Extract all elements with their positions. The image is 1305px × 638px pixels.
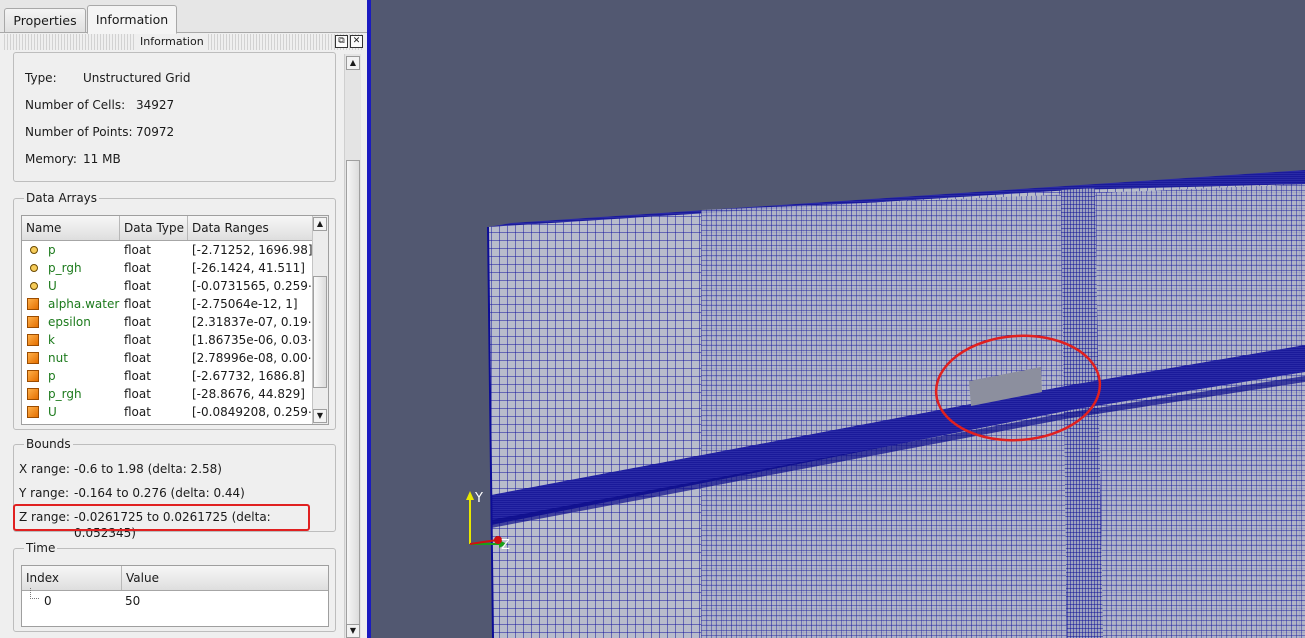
axis-y-label: Y xyxy=(474,491,483,506)
time-title: Time xyxy=(24,540,58,556)
time-table[interactable]: Index Value 0 50 xyxy=(21,565,329,627)
array-data-type: float xyxy=(124,279,151,293)
table-row[interactable]: alpha.water float [-2.75064e-12, 1] xyxy=(22,295,314,313)
table-row[interactable]: p_rgh float [-26.1424, 41.511] xyxy=(22,259,314,277)
cell-data-icon xyxy=(27,370,39,382)
cells-value: 34927 xyxy=(136,98,175,112)
z-range-highlight xyxy=(13,504,310,531)
array-data-range: [-2.75064e-12, 1] xyxy=(192,297,298,311)
array-data-range: [1.86735e-06, 0.03⋯ xyxy=(192,333,313,347)
points-value: 70972 xyxy=(136,125,175,139)
table-row[interactable]: p_rgh float [-28.8676, 44.829] xyxy=(22,385,314,403)
information-panel: Properties Information Information ⧉ ✕ T… xyxy=(0,0,371,638)
scroll-up-icon[interactable]: ▲ xyxy=(346,56,360,70)
table-row[interactable]: nut float [2.78996e-08, 0.00⋯ xyxy=(22,349,314,367)
array-data-type: float xyxy=(124,333,151,347)
scroll-thumb[interactable] xyxy=(313,276,327,388)
point-data-icon xyxy=(30,246,38,254)
table-scrollbar[interactable]: ▲ ▼ xyxy=(312,216,328,424)
tree-branch xyxy=(30,588,39,599)
table-row[interactable]: epsilon float [2.31837e-07, 0.19⋯ xyxy=(22,313,314,331)
scroll-down-icon[interactable]: ▼ xyxy=(346,624,360,638)
dock-title-bar[interactable]: Information ⧉ ✕ xyxy=(4,34,364,50)
point-data-icon xyxy=(30,282,38,290)
cell-data-icon xyxy=(27,316,39,328)
scroll-down-icon[interactable]: ▼ xyxy=(313,409,327,423)
array-data-range: [-2.71252, 1696.98] xyxy=(192,243,313,257)
render-view[interactable]: Y Z xyxy=(371,0,1305,638)
close-panel-icon[interactable]: ✕ xyxy=(350,35,363,48)
panel-scrollbar[interactable]: ▲ ▼ xyxy=(344,54,361,638)
x-range-label: X range: xyxy=(19,462,70,476)
y-range-value: -0.164 to 0.276 (delta: 0.44) xyxy=(74,486,245,500)
array-data-range: [2.78996e-08, 0.00⋯ xyxy=(192,351,313,365)
table-header: Name Data Type Data Ranges xyxy=(22,216,314,241)
scroll-thumb[interactable] xyxy=(346,160,360,638)
y-range-label: Y range: xyxy=(19,486,70,500)
cell-data-icon xyxy=(27,334,39,346)
bounds-title: Bounds xyxy=(24,436,73,452)
tab-bar: Properties Information xyxy=(0,0,370,34)
array-data-type: float xyxy=(124,261,151,275)
tab-information[interactable]: Information xyxy=(87,5,177,34)
array-data-range: [-26.1424, 41.511] xyxy=(192,261,305,275)
data-arrays-title: Data Arrays xyxy=(24,190,100,206)
array-data-range: [-28.8676, 44.829] xyxy=(192,387,305,401)
table-row[interactable]: Ufloat [-0.0849208, 0.259⋯ xyxy=(22,403,314,421)
array-data-type: float xyxy=(124,315,151,329)
cell-data-icon xyxy=(27,298,39,310)
array-data-range: [-0.0731565, 0.259⋯ xyxy=(192,279,313,293)
memory-label: Memory: xyxy=(25,152,77,166)
statistics-group: Type: Unstructured Grid Number of Cells:… xyxy=(13,52,336,182)
point-data-icon xyxy=(30,264,38,272)
table-row[interactable]: 0 50 xyxy=(22,588,328,610)
array-data-range: [2.31837e-07, 0.19⋯ xyxy=(192,315,313,329)
x-range-value: -0.6 to 1.98 (delta: 2.58) xyxy=(74,462,222,476)
memory-value: 11 MB xyxy=(83,152,121,166)
tab-properties[interactable]: Properties xyxy=(4,8,86,32)
array-data-range: [-0.0849208, 0.259⋯ xyxy=(192,405,313,419)
array-data-range: [-2.67732, 1686.8] xyxy=(192,369,305,383)
array-data-type: float xyxy=(124,369,151,383)
column-header-data-ranges[interactable]: Data Ranges xyxy=(188,216,314,240)
time-group: Time Index Value 0 50 xyxy=(13,540,336,632)
table-row[interactable]: Ufloat [-0.0731565, 0.259⋯ xyxy=(22,277,314,295)
column-header-data-type[interactable]: Data Type xyxy=(120,216,188,240)
array-data-type: float xyxy=(124,351,151,365)
cell-data-icon xyxy=(27,352,39,364)
table-row[interactable]: k float [1.86735e-06, 0.03⋯ xyxy=(22,331,314,349)
data-arrays-table[interactable]: Name Data Type Data Ranges p float [-2.712… xyxy=(21,215,329,425)
dock-title: Information xyxy=(136,34,208,50)
table-row[interactable]: p float [-2.71252, 1696.98] xyxy=(22,241,314,259)
time-value: 50 xyxy=(125,594,141,608)
table-row[interactable]: p float [-2.67732, 1686.8] xyxy=(22,367,314,385)
array-data-type: float xyxy=(124,243,151,257)
cells-label: Number of Cells: xyxy=(25,98,126,112)
axis-z-label: Z xyxy=(501,538,510,553)
cell-data-icon xyxy=(27,406,39,418)
column-header-name[interactable]: Name xyxy=(22,216,120,240)
cell-data-icon xyxy=(27,388,39,400)
array-data-type: float xyxy=(124,405,151,419)
data-arrays-group: Data Arrays Name Data Type Data Ranges p… xyxy=(13,190,336,430)
information-content: Type: Unstructured Grid Number of Cells:… xyxy=(4,52,342,638)
array-data-type: float xyxy=(124,297,151,311)
type-value: Unstructured Grid xyxy=(83,71,191,85)
scroll-up-icon[interactable]: ▲ xyxy=(313,217,327,231)
column-header-index[interactable]: Index xyxy=(22,566,122,590)
time-index: 0 xyxy=(44,594,52,608)
points-label: Number of Points: xyxy=(25,125,133,139)
column-header-value[interactable]: Value xyxy=(122,566,328,590)
type-label: Type: xyxy=(25,71,57,85)
mesh-render: Y Z xyxy=(466,170,1305,638)
time-table-header: Index Value xyxy=(22,566,328,591)
float-panel-icon[interactable]: ⧉ xyxy=(335,35,348,48)
array-data-type: float xyxy=(124,387,151,401)
